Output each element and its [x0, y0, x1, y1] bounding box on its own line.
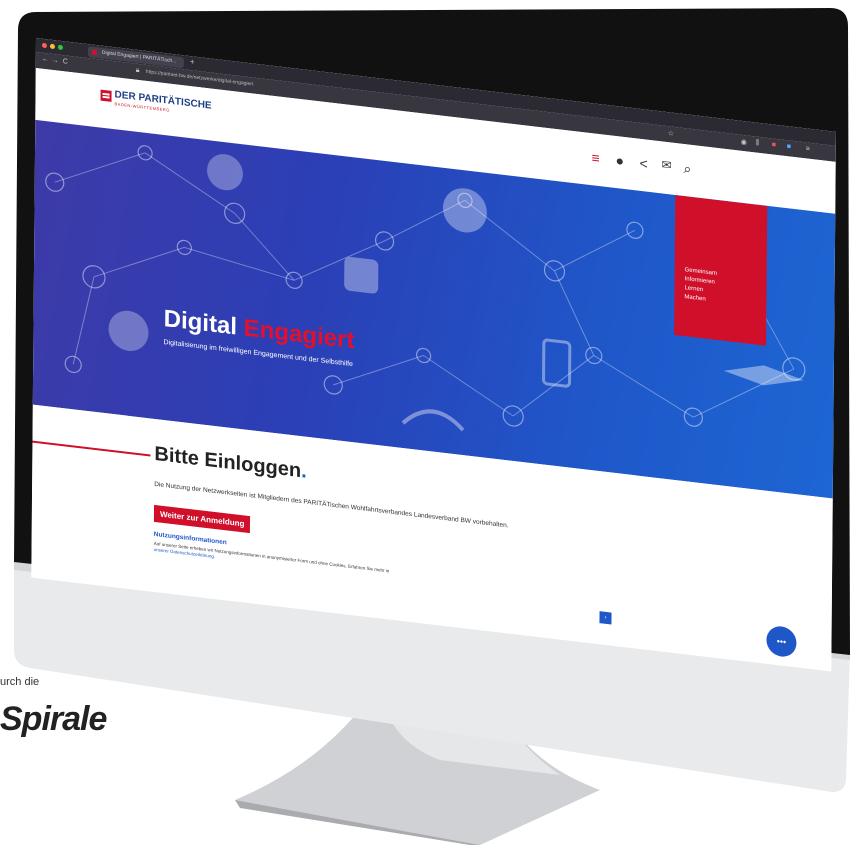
chat-bot-icon[interactable]: •••	[766, 624, 797, 659]
site-logo[interactable]: DER PARITÄTISCHE BADEN-WÜRTTEMBERG	[100, 88, 220, 128]
browser-menu-icon[interactable]: ≡	[806, 145, 810, 152]
forward-button[interactable]: →	[52, 57, 59, 65]
back-button[interactable]: ←	[42, 56, 49, 64]
reload-button[interactable]: C	[63, 58, 68, 66]
login-heading: Bitte Einloggen.	[154, 443, 306, 484]
caption-small: urch die	[0, 676, 40, 688]
usage-info-text: Auf unserer Seite erheben wir Nutzungsin…	[154, 541, 390, 581]
usage-info-body: Auf unserer Seite erheben wir Nutzungsin…	[153, 540, 390, 574]
new-tab-button[interactable]: +	[190, 57, 195, 67]
maximize-window-icon[interactable]	[57, 44, 63, 51]
screen: Digital Engagiert | PARITÄTisch... + ← →…	[31, 38, 836, 672]
caption-brand: Spirale	[0, 700, 107, 738]
close-window-icon[interactable]	[41, 42, 47, 49]
login-heading-dot: .	[301, 460, 307, 483]
hamburger-menu-icon[interactable]: ≡	[591, 149, 599, 166]
mail-icon[interactable]: ✉	[661, 157, 671, 172]
continue-to-login-button[interactable]: Weiter zur Anmeldung	[153, 504, 251, 534]
minimize-window-icon[interactable]	[49, 43, 55, 50]
bookmark-star-icon[interactable]: ☆	[668, 129, 674, 138]
quick-menu-panel: Gemeinsam Informieren Lernen Machen	[674, 195, 768, 346]
login-heading-text: Bitte Einloggen	[154, 442, 302, 483]
search-icon[interactable]: ⌕	[683, 160, 691, 178]
extension-icon[interactable]: ■	[772, 141, 776, 148]
library-icon[interactable]: ⫼	[756, 139, 759, 147]
share-icon[interactable]: <	[639, 155, 647, 172]
section-divider	[32, 440, 151, 457]
scroll-next-button[interactable]: ›	[599, 611, 612, 625]
logo-mark-icon	[100, 89, 112, 102]
extension-2-icon[interactable]: ■	[787, 143, 791, 150]
user-icon[interactable]: ●	[615, 152, 624, 169]
favicon-icon	[91, 49, 97, 56]
pocket-icon[interactable]: ◉	[741, 138, 747, 147]
lock-icon: 🔒︎	[135, 66, 140, 75]
